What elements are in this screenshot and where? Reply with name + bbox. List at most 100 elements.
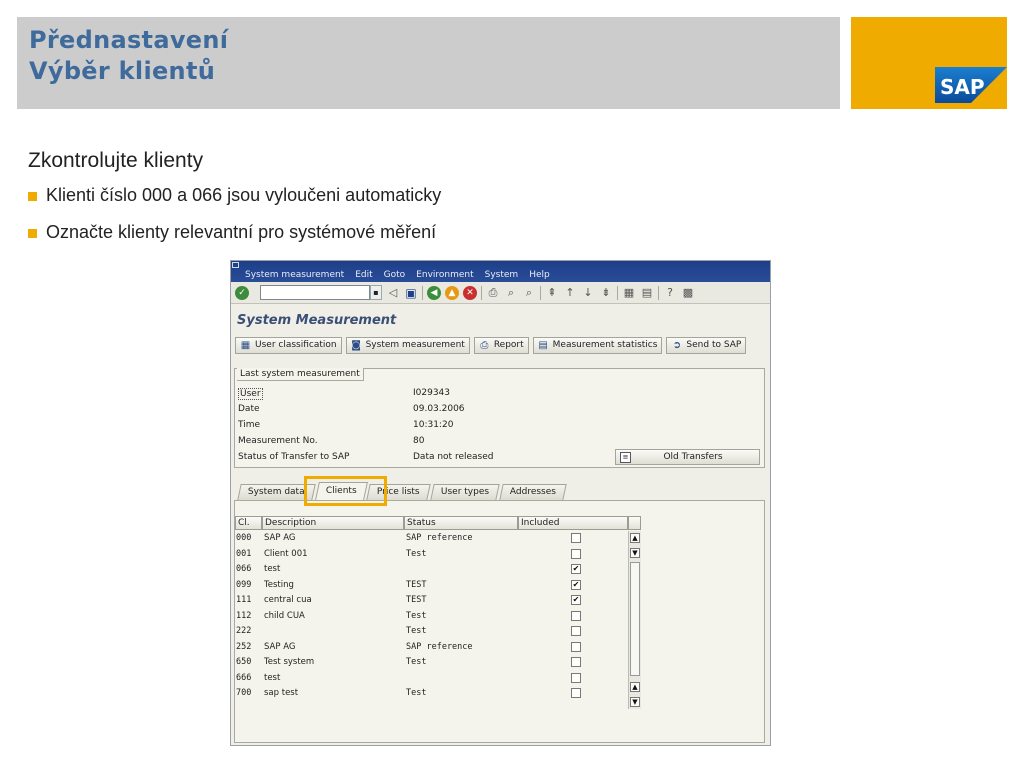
menu-help[interactable]: Help [529, 270, 550, 280]
table-row[interactable]: 666 test [235, 671, 628, 686]
scroll-thumb[interactable] [630, 562, 640, 676]
statistics-icon: ▤ [538, 339, 548, 351]
tab-user-types[interactable]: User types [430, 484, 501, 500]
toolbar-separator [617, 285, 618, 300]
bullet-square-icon [28, 229, 37, 238]
cell-client: 700 [236, 688, 252, 698]
table-row[interactable]: 700 sap test Test [235, 686, 628, 701]
menu-goto[interactable]: Goto [384, 270, 406, 280]
cell-client: 252 [236, 641, 252, 652]
table-row[interactable]: 112 child CUA Test [235, 609, 628, 624]
scroll-down-icon[interactable]: ▼ [630, 697, 640, 707]
previous-page-icon[interactable]: ↑ [563, 286, 577, 300]
table-row[interactable]: 252 SAP AG SAP reference [235, 640, 628, 655]
slide-title-line-1: Přednastavení [29, 26, 229, 54]
old-transfers-button[interactable]: ≡ Old Transfers [615, 449, 760, 465]
column-header-included[interactable]: Included [518, 516, 628, 530]
column-settings-icon[interactable] [628, 516, 641, 530]
layout-menu-icon[interactable]: ▩ [681, 286, 695, 300]
toolbar-separator [658, 285, 659, 300]
button-label: Old Transfers [663, 452, 723, 462]
cell-status: Test [406, 688, 427, 698]
menu-system-measurement[interactable]: System measurement [245, 270, 344, 280]
window-menu-icon[interactable] [232, 262, 239, 268]
cell-status: TEST [406, 595, 427, 605]
field-row-transfer-status: Status of Transfer to SAP Data not relea… [238, 452, 598, 466]
help-icon[interactable]: ? [663, 286, 677, 300]
tab-addresses[interactable]: Addresses [499, 484, 568, 500]
cell-client: 099 [236, 579, 252, 590]
included-checkbox[interactable] [571, 548, 581, 559]
column-header-description[interactable]: Description [262, 516, 404, 530]
send-to-sap-button[interactable]: ➲ Send to SAP [666, 336, 747, 354]
cancel-icon[interactable]: ✕ [463, 285, 477, 300]
back-arrow-icon[interactable]: ◁ [386, 286, 400, 300]
field-value: 09.03.2006 [413, 404, 465, 414]
find-icon[interactable]: ⌕ [504, 286, 518, 300]
table-row[interactable]: 222 Test [235, 624, 628, 639]
tab-strip: System data Clients Price lists User typ… [237, 482, 568, 500]
table-row[interactable]: 000 SAP AG SAP reference [235, 531, 628, 546]
cell-client: 222 [236, 626, 252, 636]
clients-tab-highlight [304, 476, 387, 506]
cell-status: Test [406, 626, 427, 636]
cell-status: TEST [406, 579, 427, 590]
button-label: User classification [255, 340, 337, 350]
print-icon[interactable]: ⎙ [486, 286, 500, 300]
print-icon: ⎙ [480, 339, 489, 351]
vertical-scrollbar[interactable]: ▲ ▼ ▲ ▼ [628, 531, 641, 709]
group-caption: Last system measurement [237, 368, 364, 381]
included-checkbox[interactable] [571, 641, 581, 652]
cell-client: 111 [236, 595, 252, 605]
column-header-client[interactable]: Cl. [235, 516, 262, 530]
included-checkbox[interactable] [571, 610, 581, 621]
next-page-icon[interactable]: ↓ [581, 286, 595, 300]
scroll-page-up-icon[interactable]: ▲ [630, 682, 640, 692]
first-page-icon[interactable]: ⇞ [545, 286, 559, 300]
command-history-icon[interactable]: ▪ [370, 285, 382, 300]
table-row[interactable]: 650 Test system Test [235, 655, 628, 670]
table-row[interactable]: 111 central cua TEST ✔ [235, 593, 628, 608]
column-header-status[interactable]: Status [404, 516, 518, 530]
shortcut-icon[interactable]: ▤ [640, 286, 654, 300]
menu-system[interactable]: System [485, 270, 519, 280]
enter-icon[interactable]: ✓ [235, 285, 249, 300]
exit-icon[interactable]: ▲ [445, 285, 459, 300]
included-checkbox[interactable] [571, 688, 581, 698]
table-row[interactable]: 066 test ✔ [235, 562, 628, 577]
menu-environment[interactable]: Environment [416, 270, 473, 280]
slide-subtitle: Zkontrolujte klienty [28, 149, 204, 172]
included-checkbox[interactable] [571, 626, 581, 636]
command-field[interactable] [260, 285, 370, 300]
included-checkbox[interactable]: ✔ [571, 564, 581, 574]
cell-client: 001 [236, 548, 252, 559]
included-checkbox[interactable] [571, 533, 581, 543]
scroll-up-icon[interactable]: ▲ [630, 533, 640, 543]
menu-edit[interactable]: Edit [355, 270, 372, 280]
cell-client: 650 [236, 657, 252, 667]
find-next-icon[interactable]: ⌕ [522, 286, 536, 300]
save-icon[interactable]: ▣ [404, 286, 418, 300]
create-session-icon[interactable]: ▦ [622, 286, 636, 300]
screen-title: System Measurement [237, 313, 397, 328]
cell-description: Testing [264, 579, 294, 590]
measure-icon: ◙ [351, 339, 361, 351]
bullet-text: Označte klienty relevantní pro systémové… [46, 222, 437, 242]
included-checkbox[interactable] [571, 657, 581, 667]
user-classification-button[interactable]: ▦ User classification [235, 336, 342, 354]
measurement-statistics-button[interactable]: ▤ Measurement statistics [532, 336, 663, 354]
last-page-icon[interactable]: ⇟ [599, 286, 613, 300]
included-checkbox[interactable] [571, 672, 581, 683]
sap-logo-text: SAP [940, 75, 985, 99]
system-measurement-button[interactable]: ◙ System measurement [345, 336, 470, 354]
back-icon[interactable]: ◀ [427, 285, 441, 300]
field-label: Measurement No. [238, 436, 318, 446]
field-value: 10:31:20 [413, 420, 454, 430]
menu-bar: System measurement Edit Goto Environment… [231, 261, 770, 282]
included-checkbox[interactable]: ✔ [571, 595, 581, 605]
report-button[interactable]: ⎙ Report [473, 336, 529, 354]
included-checkbox[interactable]: ✔ [571, 579, 581, 590]
scroll-page-down-icon[interactable]: ▼ [630, 548, 640, 558]
table-row[interactable]: 001 Client 001 Test [235, 547, 628, 562]
table-row[interactable]: 099 Testing TEST ✔ [235, 578, 628, 593]
